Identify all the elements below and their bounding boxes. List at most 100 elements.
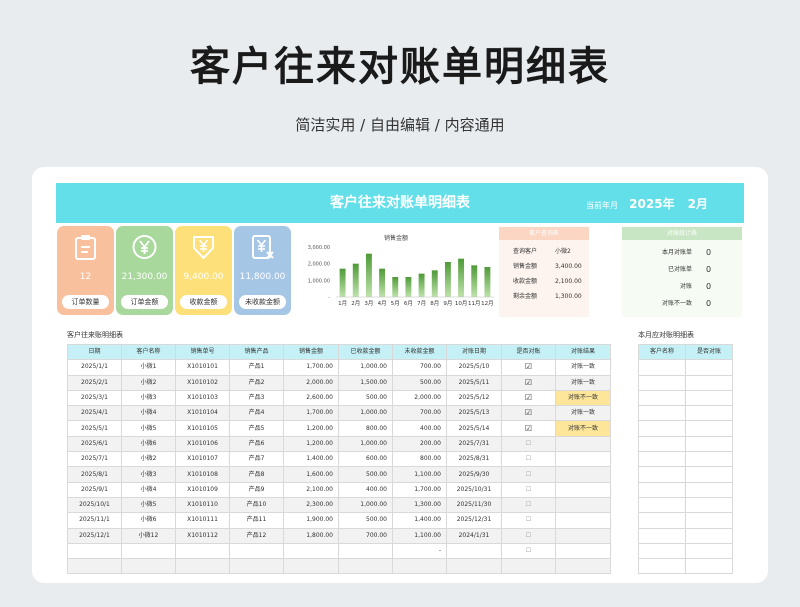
table-cell[interactable] <box>685 374 733 391</box>
table-cell[interactable]: 2025/12/1 <box>67 527 122 544</box>
table-cell[interactable]: 2025/9/1 <box>67 481 122 498</box>
table-cell[interactable] <box>685 359 733 376</box>
table-cell[interactable]: 产品11 <box>229 512 284 529</box>
table-cell[interactable] <box>638 542 686 560</box>
table-cell[interactable]: 2025/7/31 <box>446 435 502 453</box>
reconciled-checkbox[interactable]: ☐ <box>501 512 556 529</box>
table-cell[interactable]: 2025/11/1 <box>67 512 122 529</box>
table-cell[interactable] <box>392 558 447 575</box>
table-cell[interactable] <box>338 542 393 560</box>
table-cell[interactable] <box>229 542 284 560</box>
table-cell[interactable] <box>175 542 230 560</box>
table-cell[interactable]: 1,400.00 <box>392 512 447 529</box>
table-cell[interactable]: 2025/6/1 <box>67 435 122 453</box>
table-cell[interactable]: 800.00 <box>338 420 393 437</box>
table-cell[interactable]: 小微2 <box>121 451 176 468</box>
table-cell[interactable]: 2025/8/1 <box>67 466 122 483</box>
table-cell[interactable] <box>638 481 686 498</box>
table-cell[interactable]: X1010110 <box>175 496 230 514</box>
table-cell[interactable]: 产品10 <box>229 496 284 514</box>
table-cell[interactable]: 2025/2/1 <box>67 374 122 391</box>
table-cell[interactable]: 小微6 <box>121 512 176 529</box>
table-cell[interactable]: X1010112 <box>175 527 230 544</box>
table-cell[interactable]: 700.00 <box>338 527 393 544</box>
table-cell[interactable]: 产品7 <box>229 451 284 468</box>
table-cell[interactable] <box>638 527 686 544</box>
table-cell[interactable]: 2,100.00 <box>283 481 339 498</box>
table-cell[interactable] <box>685 451 733 468</box>
table-cell[interactable]: X1010107 <box>175 451 230 468</box>
table-cell[interactable]: 700.00 <box>392 359 447 376</box>
table-cell[interactable] <box>283 558 339 575</box>
table-cell[interactable]: 2,600.00 <box>283 389 339 407</box>
table-cell[interactable] <box>685 466 733 483</box>
table-cell[interactable] <box>638 389 686 407</box>
table-cell[interactable]: 产品1 <box>229 359 284 376</box>
table-cell[interactable]: 2025/11/30 <box>446 496 502 514</box>
table-cell[interactable]: 2025/5/12 <box>446 389 502 407</box>
table-cell[interactable]: 2025/4/1 <box>67 405 122 422</box>
reconciled-checkbox[interactable]: ☐ <box>501 527 556 544</box>
table-cell[interactable]: 800.00 <box>392 451 447 468</box>
table-cell[interactable]: 1,000.00 <box>338 359 393 376</box>
table-cell[interactable]: X1010104 <box>175 405 230 422</box>
reconciled-checkbox[interactable]: ☐ <box>501 466 556 483</box>
table-cell[interactable]: 2,000.00 <box>283 374 339 391</box>
table-cell[interactable]: 小微1 <box>121 359 176 376</box>
table-cell[interactable]: 1,300.00 <box>392 496 447 514</box>
table-cell[interactable]: 500.00 <box>392 374 447 391</box>
reconciled-checkbox[interactable]: ☐ <box>501 435 556 453</box>
table-cell[interactable]: X1010101 <box>175 359 230 376</box>
table-cell[interactable] <box>67 558 122 575</box>
table-cell[interactable] <box>67 542 122 560</box>
table-cell[interactable]: X1010102 <box>175 374 230 391</box>
table-cell[interactable] <box>229 558 284 575</box>
table-cell[interactable]: 2025/8/31 <box>446 451 502 468</box>
table-cell[interactable]: 700.00 <box>392 405 447 422</box>
reconciled-checkbox[interactable]: ☑ <box>501 420 556 437</box>
table-cell[interactable] <box>638 374 686 391</box>
table-cell[interactable] <box>685 405 733 422</box>
table-cell[interactable]: X1010109 <box>175 481 230 498</box>
table-cell[interactable]: 500.00 <box>338 466 393 483</box>
table-cell[interactable] <box>638 558 686 575</box>
table-cell[interactable]: 产品3 <box>229 389 284 407</box>
table-cell[interactable] <box>338 558 393 575</box>
table-cell[interactable]: 小微3 <box>121 466 176 483</box>
table-cell[interactable] <box>446 558 502 575</box>
table-cell[interactable]: 2025/3/1 <box>67 389 122 407</box>
table-cell[interactable]: 2025/9/30 <box>446 466 502 483</box>
table-cell[interactable] <box>638 420 686 437</box>
table-cell[interactable]: - <box>392 542 447 560</box>
table-cell[interactable] <box>638 496 686 514</box>
table-cell[interactable] <box>638 435 686 453</box>
table-cell[interactable] <box>638 359 686 376</box>
table-cell[interactable]: 600.00 <box>338 451 393 468</box>
table-cell[interactable]: 2,300.00 <box>283 496 339 514</box>
reconciled-checkbox[interactable]: ☐ <box>501 496 556 514</box>
table-cell[interactable]: 1,400.00 <box>283 451 339 468</box>
table-cell[interactable]: 小微2 <box>121 374 176 391</box>
table-cell[interactable]: 2025/5/13 <box>446 405 502 422</box>
table-cell[interactable] <box>685 558 733 575</box>
table-cell[interactable] <box>638 451 686 468</box>
table-cell[interactable]: 小微4 <box>121 405 176 422</box>
table-cell[interactable]: 1,200.00 <box>283 435 339 453</box>
table-cell[interactable] <box>121 542 176 560</box>
table-cell[interactable] <box>685 527 733 544</box>
table-cell[interactable] <box>283 542 339 560</box>
table-cell[interactable]: X1010105 <box>175 420 230 437</box>
table-cell[interactable]: X1010108 <box>175 466 230 483</box>
table-cell[interactable]: 2025/5/10 <box>446 359 502 376</box>
date-month[interactable]: 2月 <box>688 197 708 211</box>
table-cell[interactable] <box>685 420 733 437</box>
table-cell[interactable] <box>685 496 733 514</box>
table-cell[interactable]: 2025/12/31 <box>446 512 502 529</box>
table-cell[interactable]: X1010103 <box>175 389 230 407</box>
table-cell[interactable]: 产品4 <box>229 405 284 422</box>
table-cell[interactable]: 产品9 <box>229 481 284 498</box>
table-cell[interactable]: 400.00 <box>392 420 447 437</box>
table-cell[interactable]: 400.00 <box>338 481 393 498</box>
table-cell[interactable]: 1,700.00 <box>283 359 339 376</box>
table-cell[interactable]: 产品6 <box>229 435 284 453</box>
